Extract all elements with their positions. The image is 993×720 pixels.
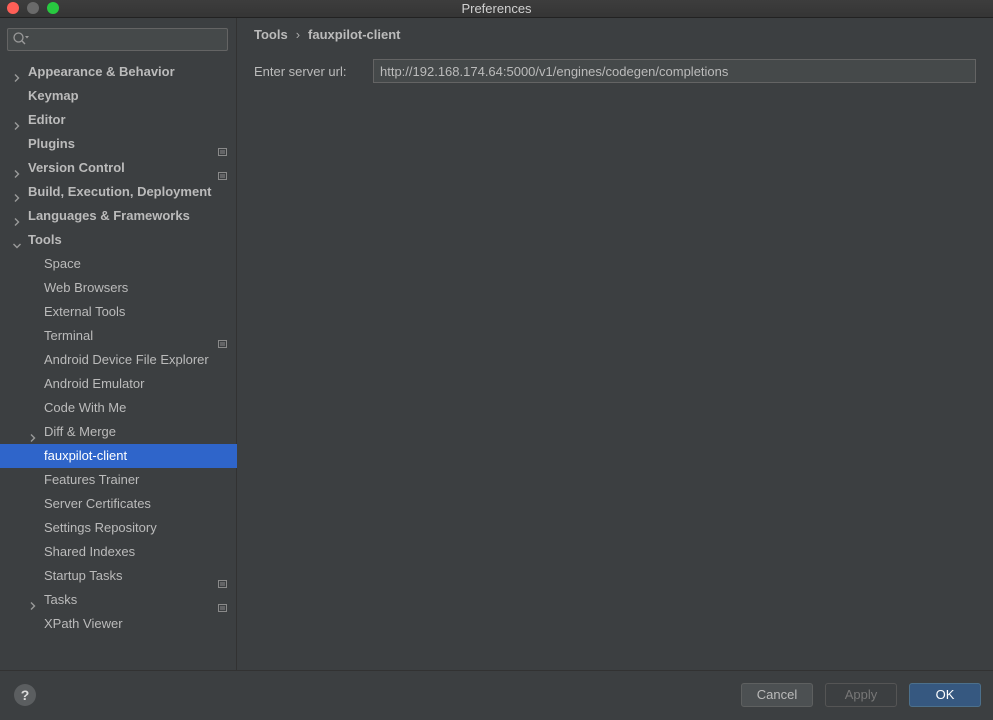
tree-item-label: External Tools: [44, 304, 126, 319]
chevron-right-icon[interactable]: [12, 115, 22, 130]
tree-item-label: Tools: [28, 232, 62, 247]
tree-item-tools[interactable]: Tools: [0, 228, 237, 252]
tree-item-label: Android Emulator: [44, 376, 145, 391]
tree-item-version-control[interactable]: Version Control: [0, 156, 237, 180]
tree-item-label: Code With Me: [44, 400, 127, 415]
chevron-right-icon[interactable]: [12, 67, 22, 82]
tree-item-label: Terminal: [44, 328, 94, 343]
tree-item-label: Features Trainer: [44, 472, 140, 487]
chevron-right-icon[interactable]: [12, 187, 22, 202]
chevron-right-icon[interactable]: [28, 427, 38, 442]
title-bar: Preferences: [0, 0, 993, 18]
tree-item-shared-indexes[interactable]: Shared Indexes: [0, 540, 237, 564]
project-settings-icon: [218, 596, 227, 612]
chevron-right-icon[interactable]: [12, 211, 22, 226]
tree-item-startup-tasks[interactable]: Startup Tasks: [0, 564, 237, 588]
breadcrumb-parent[interactable]: Tools: [254, 27, 288, 42]
server-url-input[interactable]: [373, 59, 976, 83]
dialog-footer: ? Cancel Apply OK: [0, 670, 993, 720]
tree-item-label: Plugins: [28, 136, 75, 151]
help-button[interactable]: ?: [14, 684, 36, 706]
tree-item-space[interactable]: Space: [0, 252, 237, 276]
breadcrumb: Tools › fauxpilot-client: [254, 27, 401, 42]
tree-item-label: Tasks: [44, 592, 78, 607]
tree-item-label: Languages & Frameworks: [28, 208, 190, 223]
tree-item-tasks[interactable]: Tasks: [0, 588, 237, 612]
tree-item-label: Version Control: [28, 160, 125, 175]
chevron-down-icon[interactable]: [12, 235, 22, 249]
tree-item-plugins[interactable]: Plugins: [0, 132, 237, 156]
search-input[interactable]: [32, 31, 222, 48]
search-icon: [12, 31, 30, 47]
tree-item-label: Shared Indexes: [44, 544, 136, 559]
tree-item-keymap[interactable]: Keymap: [0, 84, 237, 108]
tree-item-languages-and-frameworks[interactable]: Languages & Frameworks: [0, 204, 237, 228]
tree-item-settings-repository[interactable]: Settings Repository: [0, 516, 237, 540]
tree-item-build-execution-deployment[interactable]: Build, Execution, Deployment: [0, 180, 237, 204]
tree-item-label: Space: [44, 256, 81, 271]
tree-item-label: Android Device File Explorer: [44, 352, 209, 367]
tree-item-label: Keymap: [28, 88, 79, 103]
project-settings-icon: [218, 164, 227, 180]
chevron-right-icon[interactable]: [28, 595, 38, 610]
ok-button[interactable]: OK: [909, 683, 981, 707]
tree-item-label: Settings Repository: [44, 520, 157, 535]
breadcrumb-current: fauxpilot-client: [308, 27, 401, 42]
tree-item-label: Editor: [28, 112, 66, 127]
tree-item-label: Appearance & Behavior: [28, 64, 175, 79]
tree-item-label: Startup Tasks: [44, 568, 123, 583]
tree-item-server-certificates[interactable]: Server Certificates: [0, 492, 237, 516]
window-title: Preferences: [461, 1, 532, 16]
tree-item-xpath-viewer[interactable]: XPath Viewer: [0, 612, 237, 636]
tree-item-diff-and-merge[interactable]: Diff & Merge: [0, 420, 237, 444]
tree-item-android-emulator[interactable]: Android Emulator: [0, 372, 237, 396]
settings-tree: Appearance & Behavior Keymap Editor Plugins…: [0, 60, 237, 636]
tree-item-external-tools[interactable]: External Tools: [0, 300, 237, 324]
chevron-right-icon[interactable]: [12, 163, 22, 178]
server-url-label: Enter server url:: [254, 64, 347, 79]
apply-button[interactable]: Apply: [825, 683, 897, 707]
project-settings-icon: [218, 332, 227, 348]
project-settings-icon: [218, 140, 227, 156]
tree-item-android-device-file-explorer[interactable]: Android Device File Explorer: [0, 348, 237, 372]
tree-item-label: fauxpilot-client: [44, 448, 128, 463]
tree-item-label: XPath Viewer: [44, 616, 123, 631]
tree-item-web-browsers[interactable]: Web Browsers: [0, 276, 237, 300]
tree-item-features-trainer[interactable]: Features Trainer: [0, 468, 237, 492]
project-settings-icon: [218, 572, 227, 588]
tree-item-terminal[interactable]: Terminal: [0, 324, 237, 348]
tree-item-appearance-and-behavior[interactable]: Appearance & Behavior: [0, 60, 237, 84]
tree-item-editor[interactable]: Editor: [0, 108, 237, 132]
settings-panel: Tools › fauxpilot-client Enter server url:: [237, 18, 993, 670]
breadcrumb-separator: ›: [295, 27, 301, 42]
settings-sidebar: Appearance & Behavior Keymap Editor Plugins…: [0, 18, 237, 670]
cancel-button[interactable]: Cancel: [741, 683, 813, 707]
settings-search[interactable]: [7, 28, 228, 51]
tree-item-label: Server Certificates: [44, 496, 151, 511]
tree-item-label: Build, Execution, Deployment: [28, 184, 212, 199]
tree-item-code-with-me[interactable]: Code With Me: [0, 396, 237, 420]
tree-item-label: Diff & Merge: [44, 424, 117, 439]
tree-item-label: Web Browsers: [44, 280, 129, 295]
tree-item-fauxpilot-client[interactable]: fauxpilot-client: [0, 444, 237, 468]
